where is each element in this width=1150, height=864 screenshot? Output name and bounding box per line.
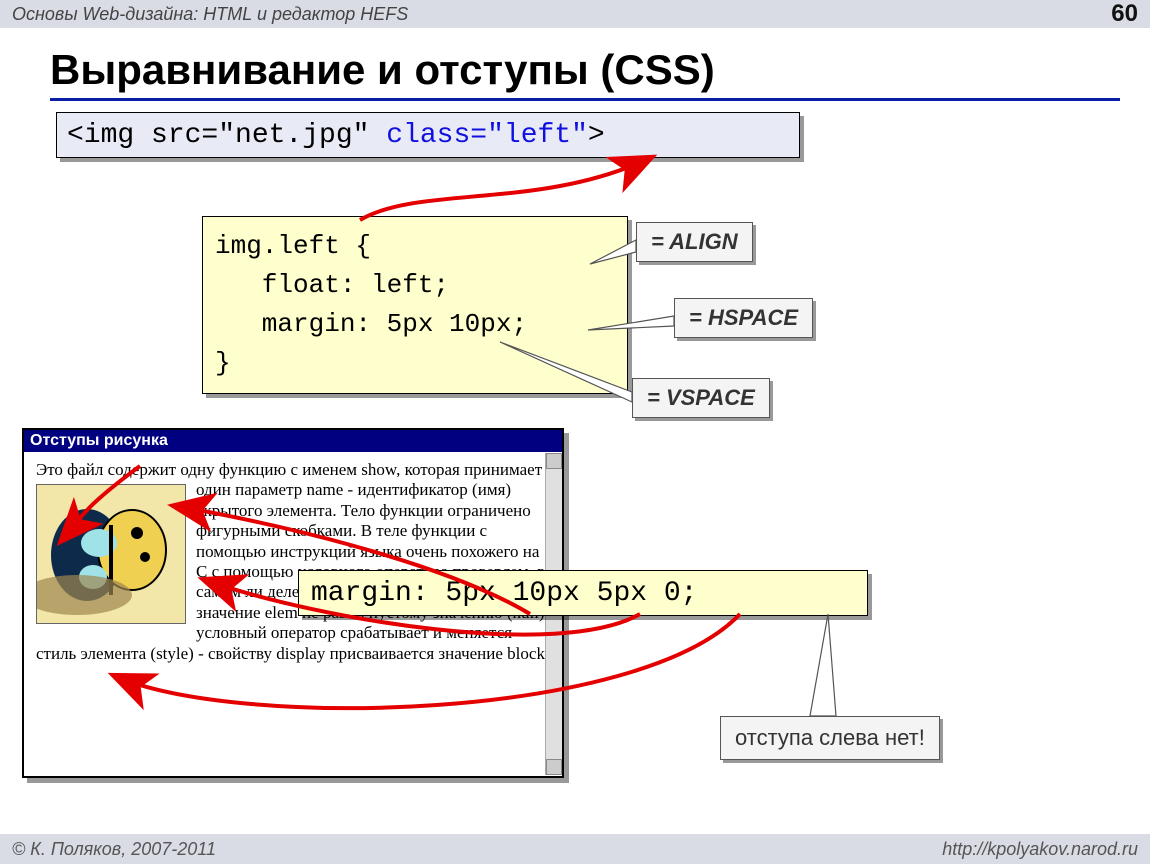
css-line-2: float: left; bbox=[215, 270, 449, 300]
footer-url: http://kpolyakov.narod.ru bbox=[942, 839, 1138, 860]
css-line-4: } bbox=[215, 348, 231, 378]
footer-copyright: © К. Поляков, 2007-2011 bbox=[12, 839, 216, 860]
tag-vspace: = VSPACE bbox=[632, 378, 770, 418]
callout-no-left-margin: отступа слева нет! bbox=[720, 716, 940, 760]
code1-suffix: > bbox=[588, 120, 605, 151]
code-box-margin-4: margin: 5px 10px 5px 0; bbox=[298, 570, 868, 616]
code-box-html: <img src="net.jpg" class="left"> bbox=[56, 112, 800, 158]
tag-hspace: = HSPACE bbox=[674, 298, 813, 338]
css-line-3: margin: 5px 10px; bbox=[215, 309, 527, 339]
top-bar: Основы Web-дизайна: HTML и редактор HEFS… bbox=[0, 0, 1150, 28]
code3-text: margin: 5px 10px 5px 0; bbox=[311, 578, 697, 609]
css-line-1: img.left { bbox=[215, 231, 371, 261]
slide-title: Выравнивание и отступы (CSS) bbox=[50, 46, 1120, 101]
code1-class: class="left" bbox=[386, 120, 588, 151]
page-number: 60 bbox=[1111, 0, 1138, 28]
slide: Основы Web-дизайна: HTML и редактор HEFS… bbox=[0, 0, 1150, 864]
code-box-css: img.left { float: left; margin: 5px 10px… bbox=[202, 216, 628, 394]
code1-prefix: <img src="net.jpg" bbox=[67, 120, 386, 151]
course-title: Основы Web-дизайна: HTML и редактор HEFS bbox=[12, 4, 408, 25]
footer-bar: © К. Поляков, 2007-2011 http://kpolyakov… bbox=[0, 834, 1150, 864]
browser-title-bar: Отступы рисунка bbox=[24, 430, 562, 452]
tag-align: = ALIGN bbox=[636, 222, 753, 262]
butterfly-image bbox=[36, 484, 186, 624]
